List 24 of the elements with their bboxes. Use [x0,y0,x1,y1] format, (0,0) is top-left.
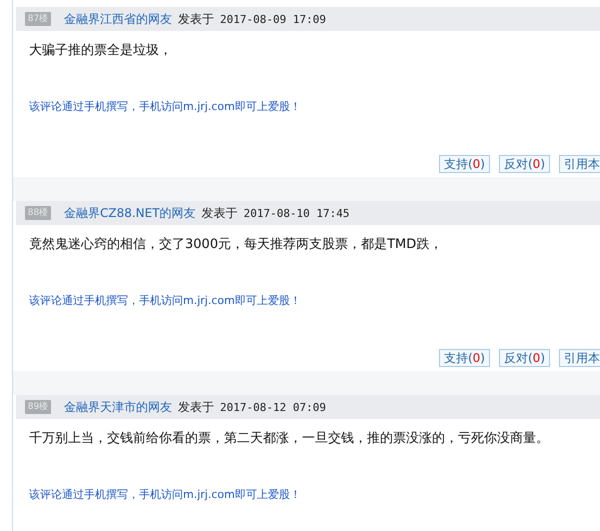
floor-badge: 87楼 [25,12,51,26]
mobile-note-link[interactable]: 该评论通过手机撰写，手机访问m.jrj.com即可上爱股！ [29,487,301,502]
username-link[interactable]: 金融界江西省的网友 [64,10,172,28]
comment-text: 千万别上当，交钱前给你看的票，第二天都涨，一旦交钱，推的票没涨的，亏死你没商量。 [29,430,550,448]
floor-badge: 89楼 [25,400,51,414]
mobile-note-link[interactable]: 该评论通过手机撰写，手机访问m.jrj.com即可上爱股！ [29,99,301,114]
floor-badge: 88楼 [25,206,51,220]
post-time: 2017-08-12 07:09 [220,400,326,414]
username-link[interactable]: 金融界CZ88.NET的网友 [64,204,196,222]
posted-label: 发表于 [178,10,214,28]
post-time: 2017-08-09 17:09 [220,12,326,26]
username-link[interactable]: 金融界天津市的网友 [64,398,172,416]
posted-label: 发表于 [202,204,238,222]
comment-text: 竟然鬼迷心窍的相信，交了3000元，每天推荐两支股票，都是TMD跌， [29,236,444,254]
quote-button[interactable]: 引用本 [559,155,600,173]
comment-text: 大骗子推的票全是垃圾， [29,42,173,60]
oppose-button[interactable]: 反对(0) [498,155,550,173]
quote-button[interactable]: 引用本 [559,349,600,367]
mobile-note-link[interactable]: 该评论通过手机撰写，手机访问m.jrj.com即可上爱股！ [29,293,301,308]
support-button[interactable]: 支持(0) [438,349,490,367]
post-time: 2017-08-10 17:45 [244,206,350,220]
oppose-button[interactable]: 反对(0) [498,349,550,367]
support-button[interactable]: 支持(0) [438,155,490,173]
posted-label: 发表于 [178,398,214,416]
